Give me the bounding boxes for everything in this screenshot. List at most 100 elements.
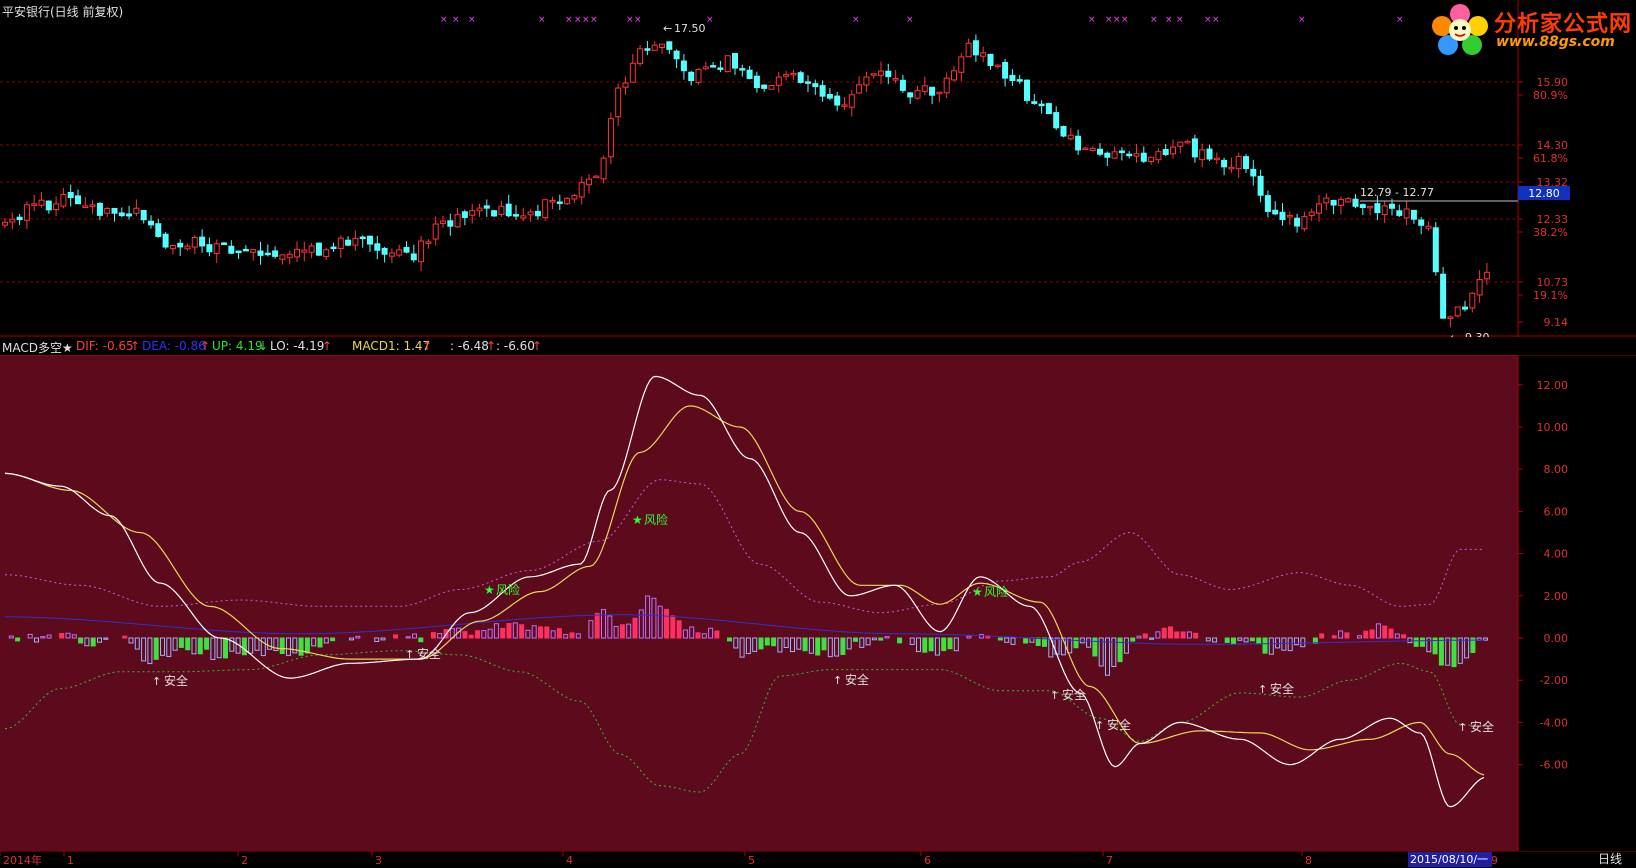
candle-down bbox=[1418, 219, 1425, 226]
histogram-bar-pos bbox=[670, 615, 676, 639]
candle-down bbox=[826, 94, 833, 99]
histogram-bar-neg bbox=[178, 637, 184, 648]
time-tick-label: 8 bbox=[1305, 854, 1312, 867]
histogram-bar-neg bbox=[1130, 637, 1136, 642]
brand-logo: 分析家公式网 www.88gs.com bbox=[1422, 0, 1636, 58]
histogram-bar-neg bbox=[78, 637, 84, 644]
time-axis[interactable]: 2014年 1 2 3 4 5 6 7 8 9 bbox=[0, 851, 1636, 868]
high-label: 17.50 bbox=[674, 22, 706, 35]
signal-mark: × bbox=[706, 15, 714, 25]
histogram-bar-neg bbox=[90, 637, 96, 647]
signal-mark: × bbox=[1113, 15, 1121, 25]
histogram-bar-pos bbox=[1388, 628, 1394, 639]
histogram-bar-neg bbox=[764, 637, 770, 646]
macd-indicator-chart[interactable]: 12.00 10.00 8.00 6.00 4.00 2.00 0.00 -2.00 -4.00… bbox=[0, 355, 1636, 851]
candle-down bbox=[1162, 148, 1169, 156]
signal-mark: × bbox=[452, 15, 460, 25]
flower-logo-icon bbox=[1432, 4, 1488, 55]
signal-mark: × bbox=[852, 15, 860, 25]
candle-down bbox=[797, 72, 804, 83]
candle-down bbox=[67, 192, 74, 199]
candle-up bbox=[651, 44, 658, 51]
candle-down bbox=[381, 247, 388, 255]
candle-up bbox=[60, 194, 67, 207]
indicator-bg bbox=[0, 355, 1518, 851]
candle-down bbox=[556, 201, 563, 204]
candle-down bbox=[1462, 306, 1468, 310]
histogram-bar-pos bbox=[519, 624, 525, 639]
candle-down bbox=[753, 75, 760, 89]
histogram-bar-neg bbox=[947, 637, 953, 650]
indicator-tick-label: 4.00 bbox=[1544, 548, 1569, 561]
candle-down bbox=[1221, 159, 1228, 168]
candle-down bbox=[1097, 148, 1103, 155]
candle-down bbox=[315, 242, 322, 256]
candle-down bbox=[1038, 103, 1045, 107]
safe-signal-label: 安全 bbox=[1470, 719, 1494, 734]
candle-up bbox=[783, 74, 790, 77]
candle-up bbox=[768, 85, 775, 90]
histogram-bar-pos bbox=[1382, 625, 1388, 639]
safe-signal-label: 安全 bbox=[1270, 681, 1294, 696]
price-tick-label: 15.90 bbox=[1537, 76, 1569, 89]
candle-up bbox=[1286, 214, 1293, 218]
candle-up bbox=[133, 207, 140, 214]
indicator-header[interactable]: MACD多空★ DIF: -0.65 ↑ DEA: -0.86 ↑ UP: 4.… bbox=[0, 337, 1636, 355]
candle-up bbox=[622, 82, 629, 88]
candle-down bbox=[1250, 168, 1257, 177]
high-arrow-icon: ← bbox=[663, 22, 672, 35]
candle-down bbox=[534, 210, 541, 217]
histogram-bar-pos bbox=[632, 617, 638, 639]
candle-up bbox=[337, 237, 344, 249]
candle-up bbox=[476, 207, 483, 212]
price-tick-label: 10.73 bbox=[1537, 276, 1569, 289]
candle-up bbox=[1213, 157, 1220, 161]
safe-arrow-icon: ↑ bbox=[833, 674, 842, 687]
histogram-bar-pos bbox=[1369, 629, 1375, 639]
histogram-bar-neg bbox=[1256, 637, 1262, 645]
candle-up bbox=[1111, 151, 1118, 159]
risk-signal-label: 风险 bbox=[496, 582, 520, 597]
candle-up bbox=[1170, 146, 1176, 155]
indicator-name[interactable]: MACD多空★ bbox=[2, 339, 73, 356]
histogram-bar-neg bbox=[1420, 637, 1425, 647]
signal-mark: × bbox=[1165, 15, 1173, 25]
candle-down bbox=[410, 253, 417, 261]
candle-down bbox=[805, 81, 811, 84]
candle-down bbox=[1009, 74, 1016, 82]
candle-up bbox=[38, 199, 45, 206]
price-tick-label: 14.30 bbox=[1537, 139, 1569, 152]
candle-up bbox=[659, 43, 665, 48]
time-tick-label: 2 bbox=[241, 854, 248, 867]
period-label[interactable]: 日线 bbox=[1598, 852, 1622, 867]
histogram-bar-pos bbox=[1401, 634, 1407, 639]
candle-down bbox=[1440, 273, 1447, 319]
candle-up bbox=[724, 55, 731, 73]
candle-up bbox=[250, 249, 257, 253]
histogram-bar-neg bbox=[1023, 637, 1029, 644]
histogram-bar-pos bbox=[594, 612, 600, 639]
histogram-bar-pos bbox=[1331, 635, 1337, 639]
safe-arrow-icon: ↑ bbox=[1050, 689, 1059, 702]
candlestick-chart[interactable]: 15.9080.9%14.3061.8%13.3212.3338.2%10.73… bbox=[0, 0, 1636, 337]
candle-down bbox=[929, 86, 936, 96]
value-5: : -6.48 bbox=[450, 339, 489, 353]
dif-value: DIF: -0.65 bbox=[76, 339, 134, 353]
indicator-tick-label: 6.00 bbox=[1544, 505, 1569, 518]
histogram-bar-pos bbox=[544, 626, 550, 639]
time-tick-label: 4 bbox=[566, 854, 573, 867]
histogram-bar-pos bbox=[569, 632, 575, 639]
candle-up bbox=[23, 204, 30, 221]
candle-down bbox=[819, 85, 826, 97]
price-tick-label: 80.9% bbox=[1533, 89, 1568, 102]
histogram-bar-pos bbox=[695, 632, 701, 639]
candle-up bbox=[1089, 147, 1096, 151]
candle-down bbox=[1191, 138, 1198, 158]
candle-up bbox=[994, 64, 1001, 68]
stock-title: 平安银行(日线 前复权) bbox=[2, 5, 124, 19]
candle-up bbox=[1403, 208, 1410, 219]
safe-signal-label: 安全 bbox=[1107, 717, 1131, 732]
candle-down bbox=[1060, 126, 1067, 137]
candle-up bbox=[943, 77, 950, 94]
safe-arrow-icon: ↑ bbox=[1458, 721, 1467, 734]
